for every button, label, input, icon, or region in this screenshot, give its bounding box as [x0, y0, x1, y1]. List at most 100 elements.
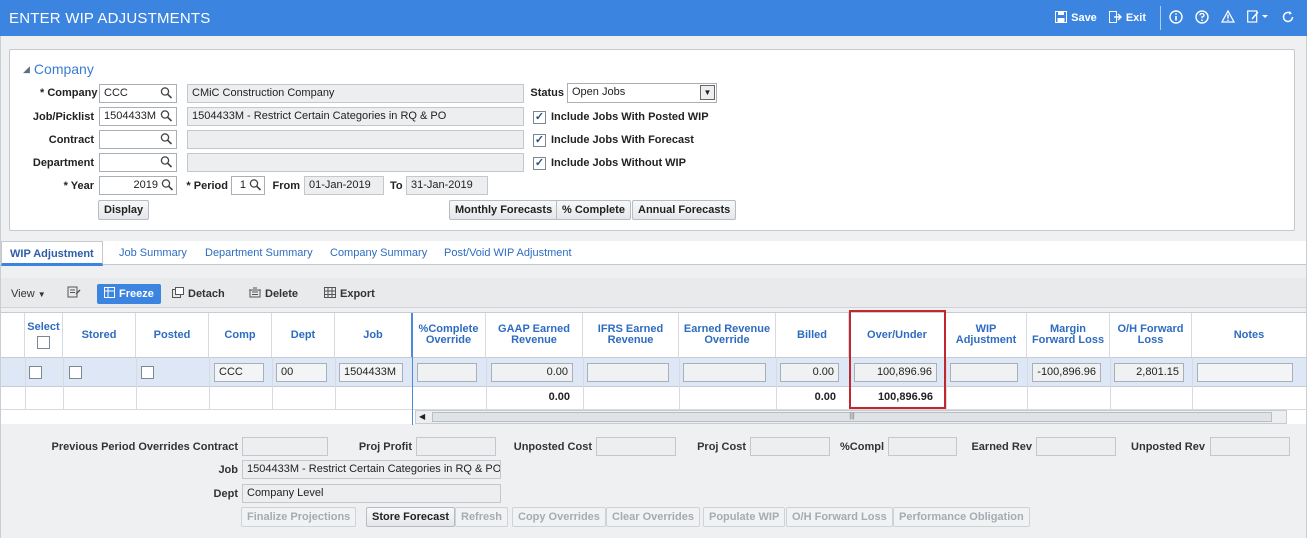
oh-forward-loss-button[interactable]: O/H Forward Loss — [786, 507, 893, 527]
oh-forward-loss-header[interactable]: O/H Forward Loss — [1110, 313, 1192, 357]
company-label: * Company — [40, 87, 98, 99]
billed-cell[interactable]: 0.00 — [780, 363, 839, 382]
warning-icon[interactable] — [1220, 9, 1236, 26]
search-icon[interactable] — [160, 178, 174, 193]
tab-wip-adjustment[interactable]: WIP Adjustment — [1, 241, 103, 266]
notes-header[interactable]: Notes — [1192, 313, 1306, 357]
view-menu[interactable]: View ▼ — [11, 284, 46, 304]
column-divider — [209, 357, 210, 410]
period-label: * Period — [186, 180, 228, 192]
scrollbar-thumb[interactable]: ||| — [432, 412, 1272, 422]
dept-cell[interactable]: 00 — [276, 363, 327, 382]
stored-checkbox[interactable] — [69, 366, 82, 379]
collapse-triangle-icon: ◢ — [23, 64, 30, 74]
performance-obligation-button[interactable]: Performance Obligation — [893, 507, 1030, 527]
horizontal-scrollbar[interactable]: ◀ ||| — [415, 410, 1287, 424]
job-code-field[interactable]: 1504433M — [99, 107, 177, 126]
comp-header[interactable]: Comp — [209, 313, 272, 357]
scroll-left-icon[interactable]: ◀ — [419, 411, 425, 423]
delete-button[interactable]: Delete — [249, 284, 298, 304]
year-field[interactable]: 2019 — [99, 176, 177, 195]
include-posted-wip-checkbox[interactable]: ✓ — [533, 111, 546, 124]
search-icon[interactable] — [248, 178, 262, 193]
export-button[interactable]: Export — [324, 284, 375, 304]
from-field: 01-Jan-2019 — [304, 176, 384, 195]
wip-adjustment-header[interactable]: WIP Adjustment — [946, 313, 1027, 357]
posted-checkbox[interactable] — [141, 366, 154, 379]
status-label: Status — [530, 87, 564, 99]
save-button[interactable]: Save — [1055, 10, 1097, 26]
copy-overrides-button[interactable]: Copy Overrides — [512, 507, 606, 527]
filter-icon[interactable] — [67, 284, 81, 304]
status-select[interactable]: Open Jobs ▼ — [567, 83, 717, 103]
proj-cost-field — [750, 437, 830, 456]
clear-overrides-button[interactable]: Clear Overrides — [606, 507, 700, 527]
freeze-button[interactable]: Freeze — [97, 284, 161, 304]
store-forecast-button[interactable]: Store Forecast — [366, 507, 456, 527]
include-without-wip-checkbox[interactable]: ✓ — [533, 157, 546, 170]
company-panel: ◢ Company * Company CCC CMiC Construction… — [9, 49, 1295, 231]
search-icon[interactable] — [160, 86, 174, 101]
search-icon[interactable] — [160, 155, 174, 170]
earned-rev-field — [1036, 437, 1116, 456]
gaap-earned-revenue-header[interactable]: GAAP Earned Revenue — [486, 313, 583, 357]
posted-header[interactable]: Posted — [136, 313, 209, 357]
company-section-header[interactable]: ◢ Company — [23, 61, 94, 77]
info-icon[interactable] — [1169, 9, 1183, 27]
column-divider — [1110, 357, 1111, 410]
department-name-field — [187, 153, 524, 172]
search-icon[interactable] — [160, 109, 174, 124]
annual-forecasts-button[interactable]: Annual Forecasts — [632, 200, 737, 220]
stored-header[interactable]: Stored — [63, 313, 136, 357]
percent-complete-button[interactable]: % Complete — [556, 200, 631, 220]
comp-cell[interactable]: CCC — [214, 363, 264, 382]
select-checkbox[interactable] — [29, 366, 42, 379]
earned-revenue-override-cell[interactable] — [683, 363, 766, 382]
contract-field[interactable] — [99, 130, 177, 149]
column-divider — [679, 357, 680, 410]
earned-revenue-override-header[interactable]: Earned Revenue Override — [679, 313, 776, 357]
monthly-forecasts-button[interactable]: Monthly Forecasts — [449, 200, 559, 220]
display-button[interactable]: Display — [98, 200, 150, 220]
pct-complete-override-header[interactable]: %Complete Override — [412, 313, 486, 357]
billed-header[interactable]: Billed — [776, 313, 849, 357]
dept-header[interactable]: Dept — [272, 313, 335, 357]
company-code-field[interactable]: CCC — [99, 84, 177, 103]
margin-forward-loss-header[interactable]: Margin Forward Loss — [1027, 313, 1110, 357]
include-forecast-checkbox[interactable]: ✓ — [533, 134, 546, 147]
pct-complete-override-cell[interactable] — [417, 363, 477, 382]
exit-button[interactable]: Exit — [1108, 10, 1146, 26]
tab-job-summary[interactable]: Job Summary — [119, 241, 187, 265]
ifrs-earned-revenue-cell[interactable] — [587, 363, 669, 382]
chevron-down-icon[interactable]: ▼ — [700, 85, 715, 100]
gaap-earned-revenue-cell[interactable]: 0.00 — [491, 363, 573, 382]
ifrs-earned-revenue-header[interactable]: IFRS Earned Revenue — [583, 313, 679, 357]
wip-adjustment-cell[interactable] — [950, 363, 1018, 382]
search-icon[interactable] — [160, 132, 174, 147]
unposted-rev-label: Unposted Rev — [1131, 441, 1205, 453]
period-field[interactable]: 1 — [231, 176, 265, 195]
gaap-total: 0.00 — [548, 391, 570, 403]
column-divider — [1027, 357, 1028, 410]
wip-grid: Select Stored Posted Comp Dept Job %Comp… — [1, 312, 1306, 425]
job-header[interactable]: Job — [335, 313, 412, 357]
edit-icon[interactable] — [1247, 10, 1269, 26]
populate-wip-button[interactable]: Populate WIP — [703, 507, 786, 527]
finalize-projections-button[interactable]: Finalize Projections — [241, 507, 357, 527]
unposted-rev-field — [1210, 437, 1290, 456]
contract-name-field — [187, 130, 524, 149]
help-icon[interactable] — [1195, 9, 1209, 27]
tab-company-summary[interactable]: Company Summary — [330, 241, 427, 265]
tab-department-summary[interactable]: Department Summary — [205, 241, 313, 265]
exit-icon — [1108, 10, 1122, 26]
job-cell[interactable]: 1504433M — [339, 363, 403, 382]
oh-forward-loss-cell[interactable]: 2,801.15 — [1114, 363, 1184, 382]
select-all-checkbox[interactable] — [37, 335, 50, 349]
refresh-button[interactable]: Refresh — [455, 507, 508, 527]
refresh-icon[interactable] — [1281, 10, 1295, 27]
notes-cell[interactable] — [1197, 363, 1293, 382]
detach-button[interactable]: Detach — [172, 284, 225, 304]
margin-forward-loss-cell[interactable]: -100,896.96 — [1032, 363, 1101, 382]
tab-post-void-wip-adjustment[interactable]: Post/Void WIP Adjustment — [444, 241, 572, 265]
department-field[interactable] — [99, 153, 177, 172]
